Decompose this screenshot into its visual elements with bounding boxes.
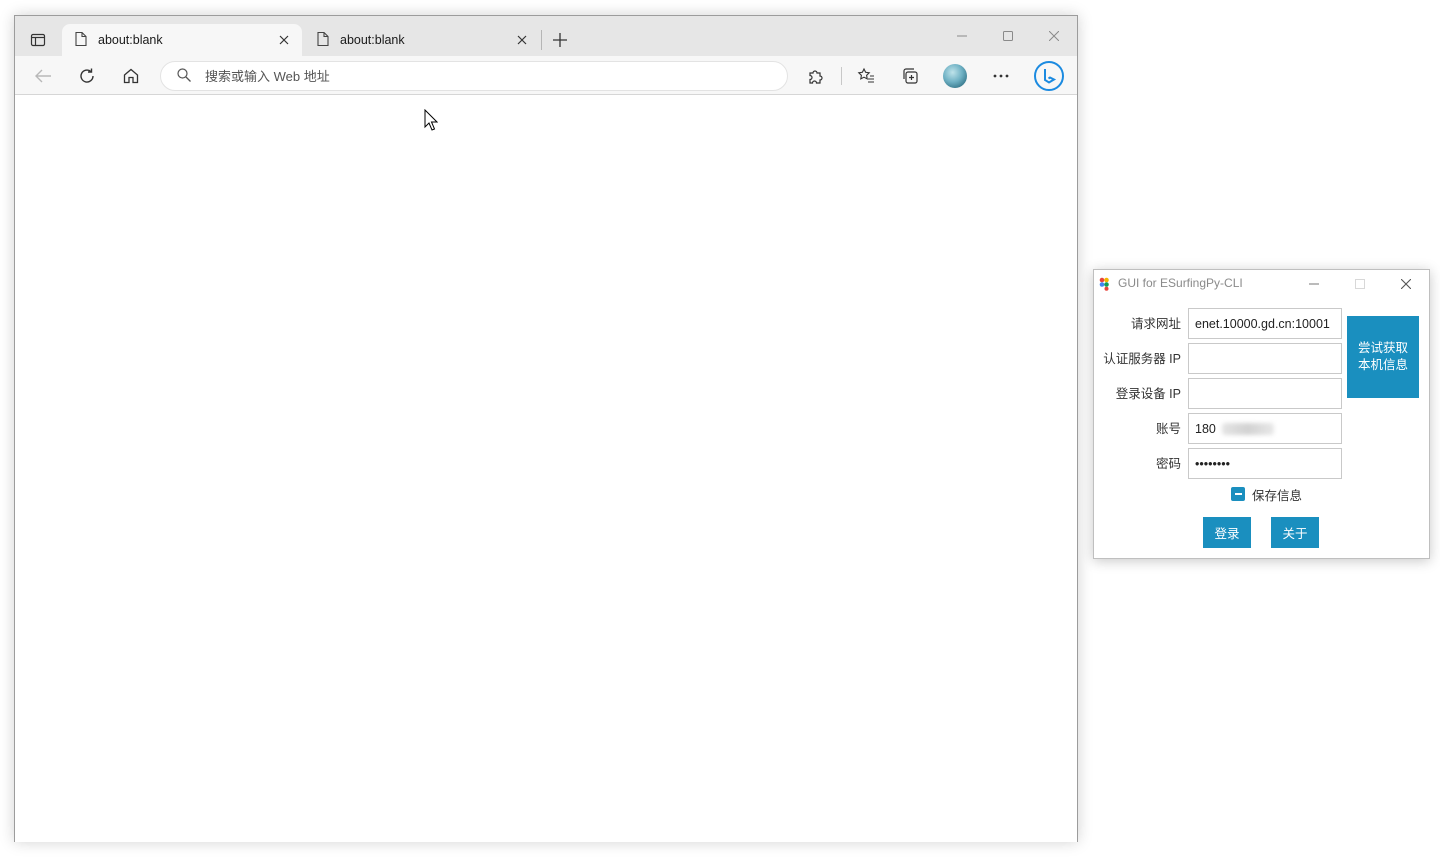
login-button[interactable]: 登录 [1203, 517, 1251, 548]
form-row-auth-server: 认证服务器 IP [1094, 343, 1344, 375]
device-ip-input[interactable] [1188, 378, 1342, 409]
minimize-icon[interactable] [1291, 270, 1337, 298]
auth-server-ip-input[interactable] [1188, 343, 1342, 374]
tab-title: about:blank [340, 33, 405, 47]
url-input[interactable] [1188, 308, 1342, 339]
about-button[interactable]: 关于 [1271, 517, 1319, 548]
checkbox-indicator[interactable] [1231, 487, 1245, 501]
maximize-icon[interactable] [985, 16, 1031, 56]
more-icon[interactable] [986, 61, 1016, 91]
close-icon[interactable] [1383, 270, 1429, 298]
tab-strip: about:blank about:blank [15, 16, 1077, 56]
toolbar-divider [841, 67, 842, 85]
form-row-password: 密码 [1094, 448, 1344, 480]
app-logo-icon [1099, 277, 1113, 291]
page-viewport [15, 96, 1077, 842]
esurfing-dialog: GUI for ESurfingPy-CLI 请求网址 认证服务器 IP 登录设… [1093, 269, 1430, 559]
close-icon[interactable] [1031, 16, 1077, 56]
tab-actions-icon[interactable] [23, 28, 53, 52]
password-label: 密码 [1155, 457, 1181, 471]
auth-server-ip-label: 认证服务器 IP [1103, 352, 1181, 366]
maximize-icon [1337, 270, 1383, 298]
tab-active[interactable]: about:blank [62, 24, 302, 56]
device-ip-label: 登录设备 IP [1115, 387, 1181, 401]
password-input[interactable] [1188, 448, 1342, 479]
bing-chat-icon[interactable] [1034, 61, 1064, 91]
back-icon[interactable] [28, 61, 58, 91]
form-row-url: 请求网址 [1094, 308, 1344, 340]
tab-title: about:blank [98, 33, 163, 47]
url-label: 请求网址 [1130, 317, 1181, 331]
address-input[interactable] [205, 68, 765, 84]
dialog-titlebar: GUI for ESurfingPy-CLI [1094, 270, 1429, 298]
search-icon [177, 67, 191, 85]
extensions-icon[interactable] [801, 61, 831, 91]
browser-toolbar [15, 56, 1077, 95]
dialog-window-controls [1291, 270, 1429, 298]
fetch-local-info-button[interactable]: 尝试获取本机信息 [1347, 316, 1419, 398]
profile-avatar[interactable] [940, 61, 970, 91]
minimize-icon[interactable] [939, 16, 985, 56]
mouse-cursor-icon [424, 108, 439, 134]
tab-inactive[interactable]: about:blank [304, 24, 540, 56]
collections-icon[interactable] [895, 61, 925, 91]
form-row-device-ip: 登录设备 IP [1094, 378, 1344, 410]
browser-window: about:blank about:blank [14, 15, 1078, 842]
close-icon[interactable] [514, 32, 530, 48]
new-tab-icon[interactable] [548, 28, 572, 52]
form-row-account: 账号 [1094, 413, 1344, 445]
account-label: 账号 [1155, 422, 1181, 436]
tab-divider [541, 30, 542, 50]
page-icon [74, 31, 88, 50]
save-info-label: 保存信息 [1252, 488, 1303, 503]
refresh-icon[interactable] [72, 61, 102, 91]
window-controls [939, 16, 1077, 56]
dialog-title: GUI for ESurfingPy-CLI [1118, 276, 1243, 290]
save-info-checkbox[interactable]: 保存信息 [1231, 486, 1303, 503]
favorites-icon[interactable] [851, 61, 881, 91]
redacted-account-digits [1222, 423, 1274, 435]
home-icon[interactable] [116, 61, 146, 91]
close-icon[interactable] [276, 32, 292, 48]
address-bar[interactable] [160, 61, 788, 91]
page-icon [316, 31, 330, 50]
